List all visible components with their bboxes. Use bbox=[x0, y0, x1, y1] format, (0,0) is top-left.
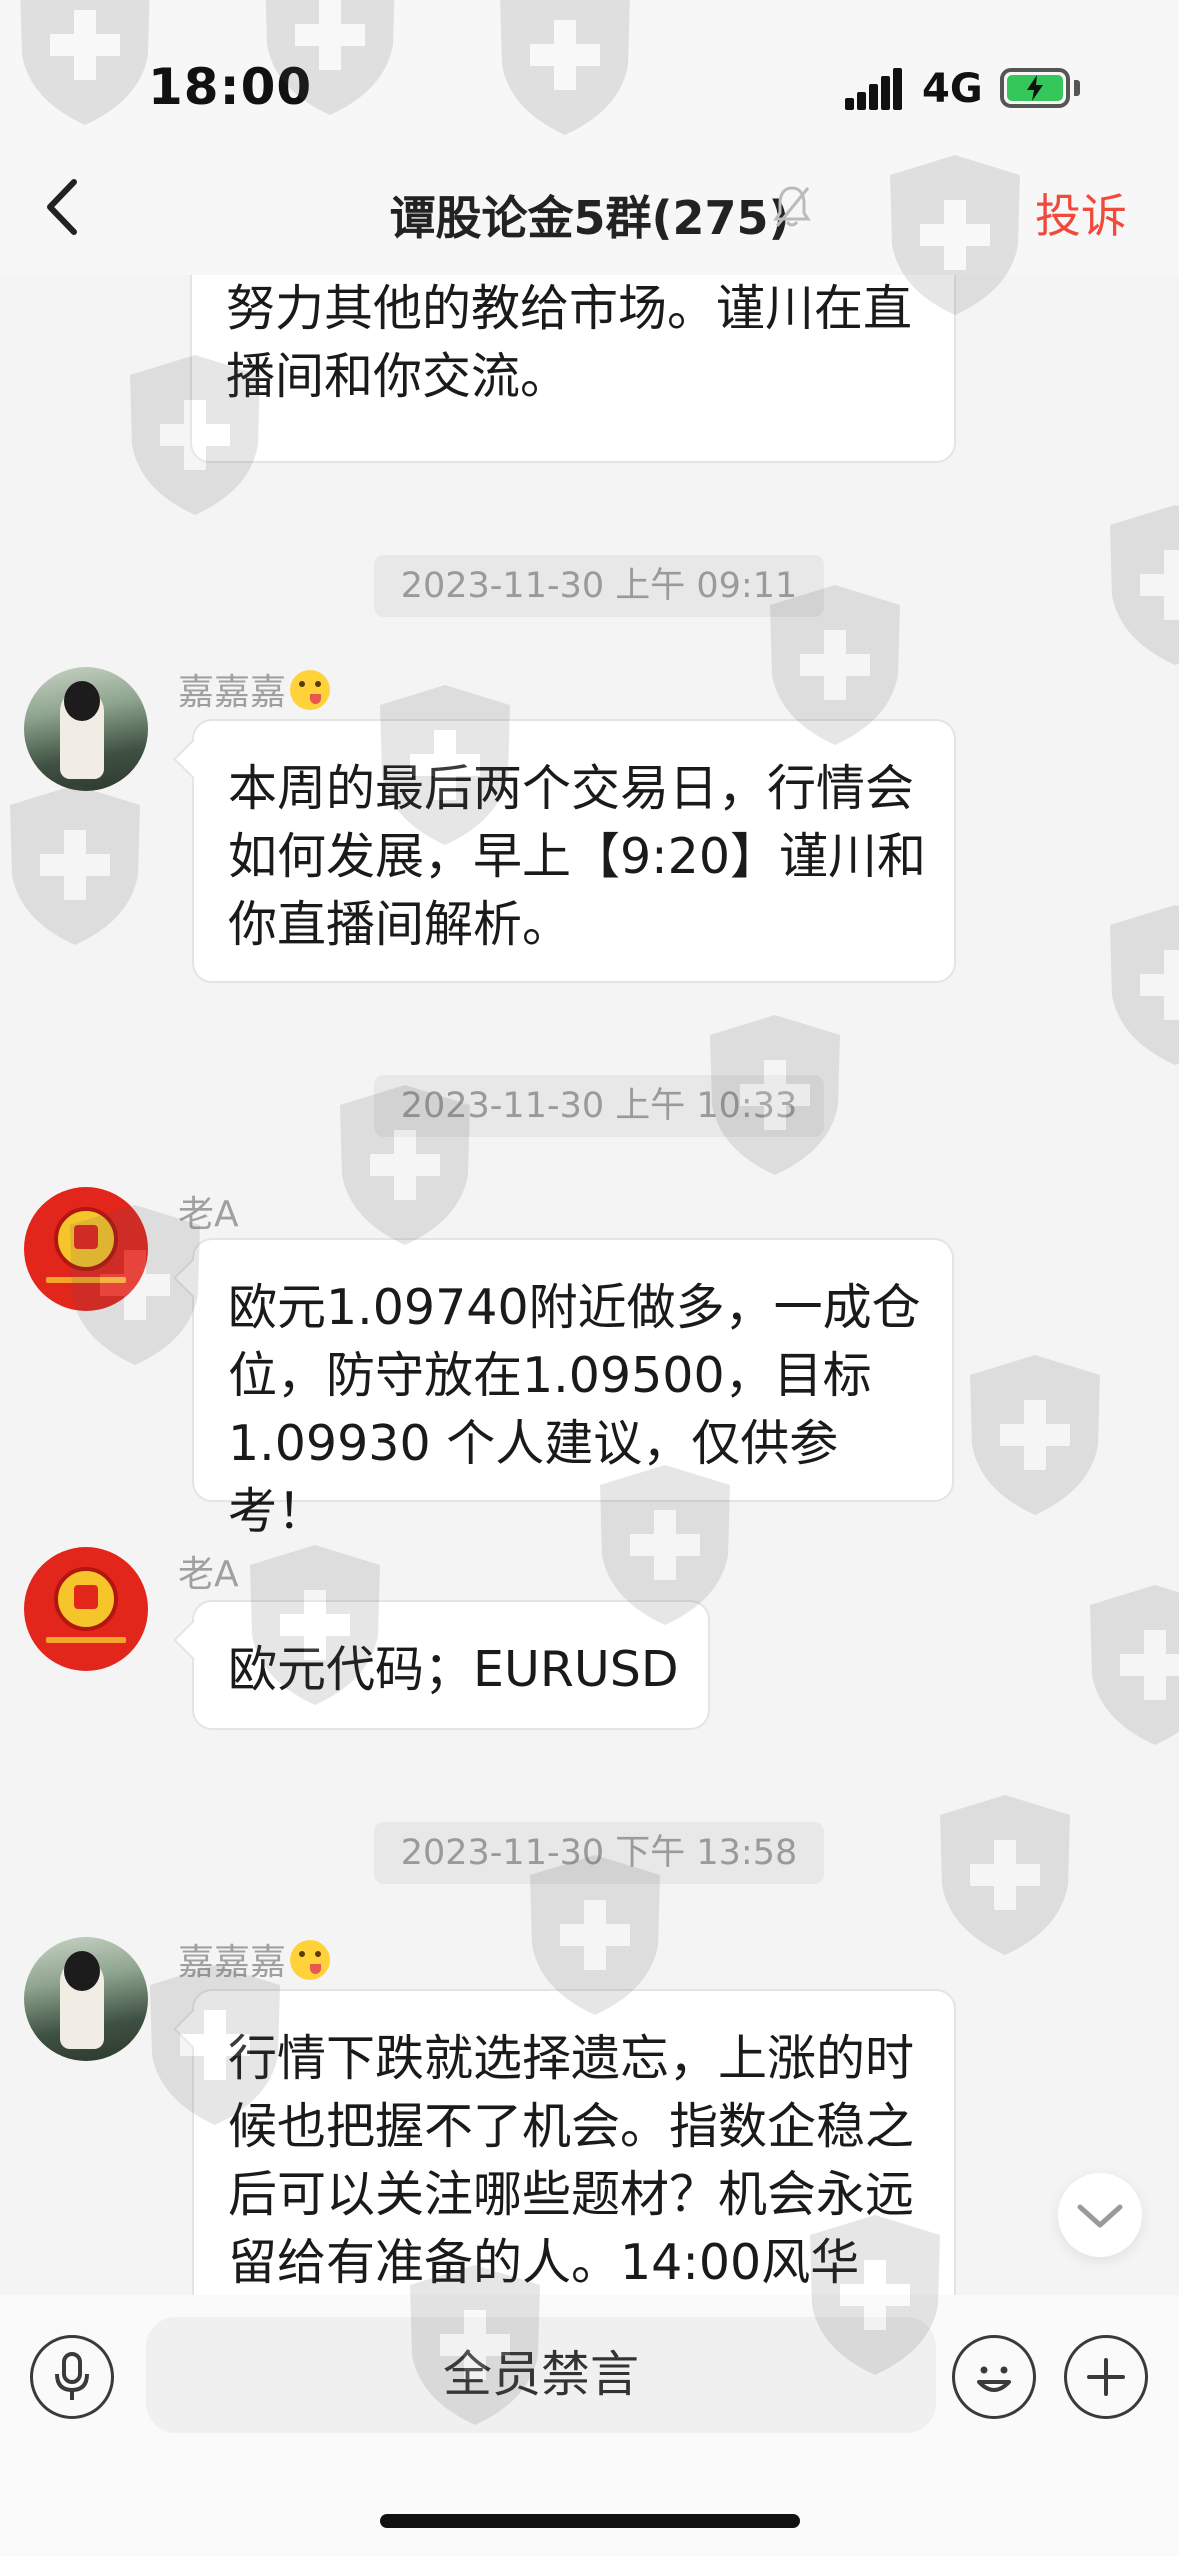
message-line: 努力其他的教给市场。谨川在直 bbox=[226, 280, 913, 337]
battery-icon bbox=[1000, 68, 1070, 108]
sender-name: 嘉嘉嘉 bbox=[178, 663, 331, 715]
message-line: 1.09930 个人建议，仅供参考！ bbox=[228, 1415, 839, 1540]
timestamp: 2023-11-30 上午 09:11 bbox=[374, 555, 824, 617]
scroll-down-button[interactable] bbox=[1058, 2173, 1142, 2257]
chat-title: 谭股论金5群(275) bbox=[389, 191, 790, 245]
microphone-icon bbox=[55, 2352, 89, 2400]
nav-bar: 谭股论金5群(275) 投诉 bbox=[0, 150, 1179, 275]
muted-notice: 全员禁言 bbox=[146, 2317, 936, 2433]
timestamp: 2023-11-30 下午 13:58 bbox=[374, 1822, 824, 1884]
message-line: 如何发展，早上【9:20】谨川和 bbox=[228, 828, 927, 885]
message-line: 欧元1.09740附近做多，一成仓 bbox=[228, 1279, 921, 1336]
message-bubble[interactable]: 欧元代码；EURUSD bbox=[192, 1600, 710, 1730]
message-line: 后可以关注哪些题材？机会永远 bbox=[228, 2166, 915, 2223]
message-bubble[interactable]: 本周的最后两个交易日，行情会 如何发展，早上【9:20】谨川和 你直播间解析。 bbox=[192, 719, 956, 983]
message-line: 本周的最后两个交易日，行情会 bbox=[228, 760, 915, 817]
network-label: 4G bbox=[922, 66, 983, 112]
message-line: 行情下跌就选择遗忘，上涨的时 bbox=[228, 2030, 915, 2087]
avatar[interactable] bbox=[24, 1937, 148, 2061]
message-bubble[interactable]: 努力其他的教给市场。谨川在直 播间和你交流。 bbox=[190, 275, 956, 463]
home-indicator bbox=[380, 2514, 800, 2528]
complaint-button[interactable]: 投诉 bbox=[1035, 180, 1127, 246]
battery-tip bbox=[1074, 80, 1080, 96]
sender-name: 老A bbox=[178, 1194, 239, 1235]
chat-messages[interactable]: 努力其他的教给市场。谨川在直 播间和你交流。 2023-11-30 上午 09:… bbox=[0, 275, 1179, 2295]
smiley-icon bbox=[977, 2366, 1011, 2392]
bell-muted-icon bbox=[772, 184, 812, 230]
message-bubble[interactable]: 行情下跌就选择遗忘，上涨的时 候也把握不了机会。指数企稳之 后可以关注哪些题材？… bbox=[192, 1989, 956, 2295]
message-line: 留给有准备的人。14:00风华 bbox=[228, 2234, 860, 2291]
message-line: 欧元代码；EURUSD bbox=[228, 1641, 679, 1698]
avatar[interactable] bbox=[24, 1547, 148, 1671]
message-line: 你直播间解析。 bbox=[228, 896, 572, 953]
status-time: 18:00 bbox=[148, 58, 313, 116]
message-line: 候也把握不了机会。指数企稳之 bbox=[228, 2098, 915, 2155]
timestamp: 2023-11-30 上午 10:33 bbox=[374, 1075, 824, 1137]
avatar[interactable] bbox=[24, 1187, 148, 1311]
plus-icon bbox=[1087, 2358, 1125, 2396]
voice-button[interactable] bbox=[30, 2335, 114, 2419]
status-bar: 18:00 4G bbox=[0, 0, 1179, 150]
yum-emoji-icon bbox=[290, 670, 331, 710]
signal-icon bbox=[845, 68, 905, 110]
message-line: 播间和你交流。 bbox=[226, 348, 570, 405]
emoji-button[interactable] bbox=[952, 2335, 1036, 2419]
sender-name: 老A bbox=[178, 1554, 239, 1595]
avatar[interactable] bbox=[24, 667, 148, 791]
message-line: 位，防守放在1.09500，目标 bbox=[228, 1347, 872, 1404]
sender-name: 嘉嘉嘉 bbox=[178, 1933, 331, 1985]
message-bubble[interactable]: 欧元1.09740附近做多，一成仓 位，防守放在1.09500，目标 1.099… bbox=[192, 1238, 954, 1540]
chevron-down-icon bbox=[1077, 2204, 1123, 2228]
more-button[interactable] bbox=[1064, 2335, 1148, 2419]
yum-emoji-icon bbox=[290, 1940, 331, 1980]
